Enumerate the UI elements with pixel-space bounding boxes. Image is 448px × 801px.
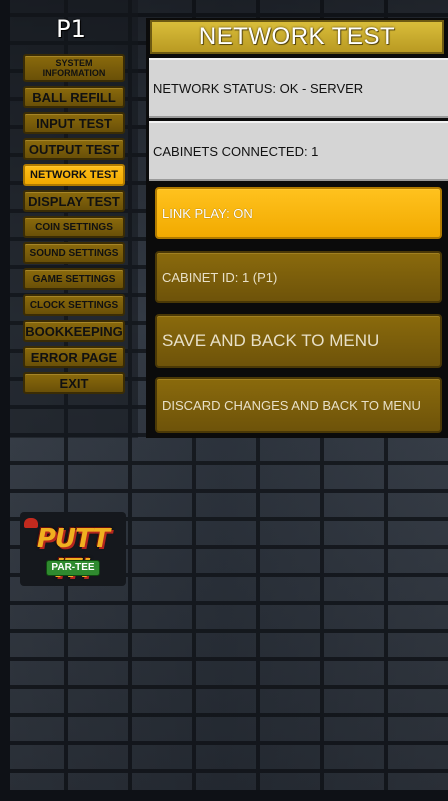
menu-item-label-line2: INFORMATION — [42, 68, 106, 78]
menu-item-game-settings[interactable]: GAME SETTINGS — [23, 268, 125, 290]
logo-subtitle: PAR-TEE — [46, 560, 100, 576]
menu-item-output-test[interactable]: OUTPUT TEST — [23, 138, 125, 160]
cabinet-id-selector[interactable]: CABINET ID: 1 (P1) — [155, 251, 442, 303]
operator-menu: SYSTEM INFORMATION BALL REFILL INPUT TES… — [23, 54, 127, 398]
network-status-text: NETWORK STATUS: OK - SERVER — [149, 58, 448, 118]
cabinets-connected-text: CABINETS CONNECTED: 1 — [149, 121, 448, 181]
menu-item-ball-refill[interactable]: BALL REFILL — [23, 86, 125, 108]
menu-item-error-page[interactable]: ERROR PAGE — [23, 346, 125, 368]
screen-edge-bottom — [0, 790, 448, 801]
menu-item-sound-settings[interactable]: SOUND SETTINGS — [23, 242, 125, 264]
menu-item-clock-settings[interactable]: CLOCK SETTINGS — [23, 294, 125, 316]
menu-item-display-test[interactable]: DISPLAY TEST — [23, 190, 125, 212]
menu-item-exit[interactable]: EXIT — [23, 372, 125, 394]
save-and-back-button[interactable]: SAVE AND BACK TO MENU — [155, 314, 442, 368]
menu-item-input-test[interactable]: INPUT TEST — [23, 112, 125, 134]
menu-item-network-test[interactable]: NETWORK TEST — [23, 164, 125, 186]
player-label: P1 — [56, 15, 86, 43]
menu-item-bookkeeping[interactable]: BOOKKEEPING — [23, 320, 125, 342]
discard-and-back-button[interactable]: DISCARD CHANGES AND BACK TO MENU — [155, 377, 442, 433]
game-logo: PUTT IT! PAR-TEE — [20, 512, 126, 586]
menu-item-system-information[interactable]: SYSTEM INFORMATION — [23, 54, 125, 82]
menu-item-label-line1: SYSTEM — [55, 58, 93, 68]
menu-item-coin-settings[interactable]: COIN SETTINGS — [23, 216, 125, 238]
link-play-toggle[interactable]: LINK PLAY: ON — [155, 187, 442, 239]
page-title: NETWORK TEST — [150, 20, 444, 54]
screen-edge-left — [0, 0, 10, 801]
